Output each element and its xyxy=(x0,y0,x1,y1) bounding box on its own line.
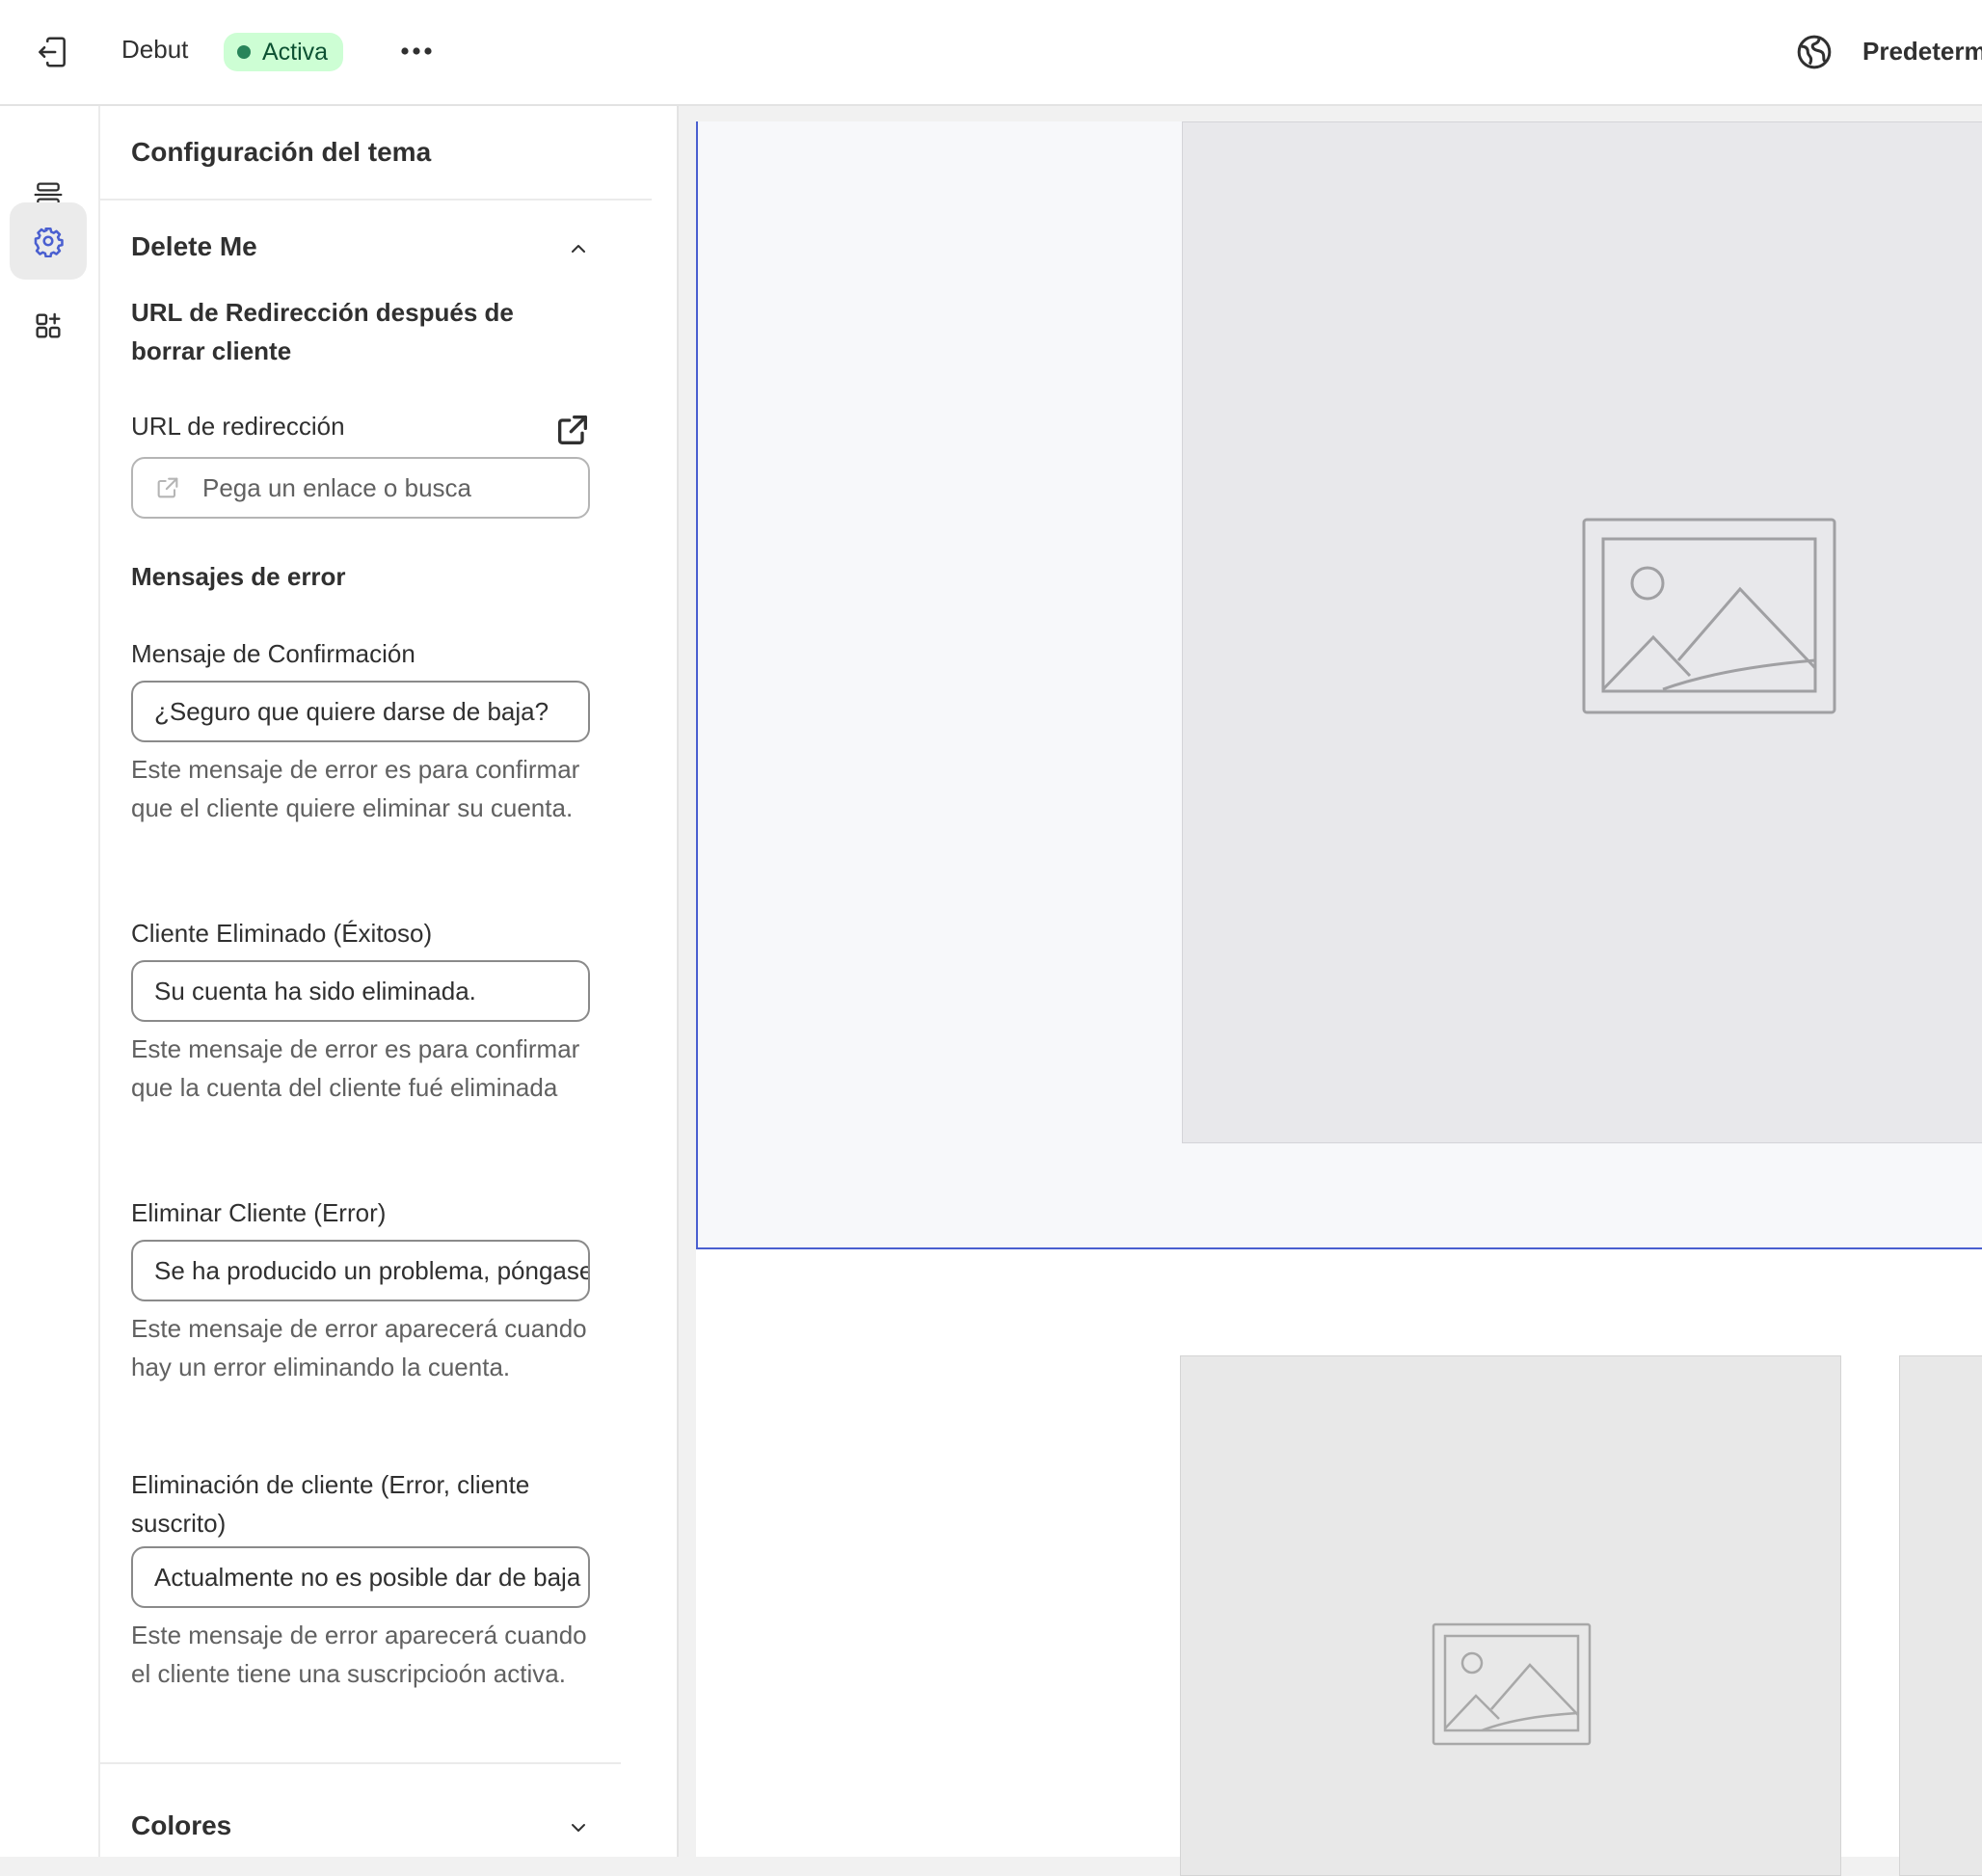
theme-name: Debut xyxy=(121,35,189,64)
expand-colors-button[interactable] xyxy=(561,1810,596,1845)
theme-preview xyxy=(681,106,1982,1876)
redirect-heading: URL de Redirección después de borrar cli… xyxy=(131,298,514,365)
theme-settings-panel: Configuración del tema Delete Me URL de … xyxy=(100,106,679,1857)
delete-error-label: Eliminar Cliente (Error) xyxy=(131,1198,387,1227)
selected-hero-section[interactable] xyxy=(696,121,1982,1249)
chevron-up-icon xyxy=(572,245,585,253)
globe-icon[interactable] xyxy=(1795,33,1834,71)
status-badge-label: Activa xyxy=(262,38,329,66)
image-placeholder-icon xyxy=(1582,518,1836,714)
chevron-down-icon xyxy=(572,1824,585,1832)
image-placeholder-icon xyxy=(1432,1622,1592,1746)
preview-canvas xyxy=(696,121,1982,1876)
more-horizontal-icon xyxy=(401,47,432,55)
section-divider xyxy=(100,1762,621,1764)
delete-error-input[interactable]: Se ha producido un problema, póngase en … xyxy=(131,1240,590,1301)
language-selector[interactable]: Predeterminado xyxy=(1862,37,1982,67)
rail-settings-button[interactable] xyxy=(10,202,87,280)
delete-error-help: Este mensaje de error aparecerá cuando h… xyxy=(131,1314,587,1381)
hero-image-placeholder xyxy=(1182,121,1982,1143)
product-card-image-placeholder[interactable] xyxy=(1180,1355,1841,1876)
panel-header: Configuración del tema xyxy=(100,106,652,201)
editor-rail xyxy=(0,106,100,1857)
section-title-delete-me[interactable]: Delete Me xyxy=(131,231,257,262)
deleted-success-label: Cliente Eliminado (Éxitoso) xyxy=(131,919,433,948)
gear-icon xyxy=(34,227,64,257)
apps-add-icon xyxy=(36,312,61,338)
top-bar: Debut Activa Predeterminado xyxy=(0,0,1982,106)
product-card-image-placeholder-2[interactable] xyxy=(1899,1355,1982,1876)
rail-apps-button[interactable] xyxy=(10,287,87,364)
deleted-success-input[interactable]: Su cuenta ha sido eliminada. xyxy=(131,960,590,1022)
subscribed-error-input[interactable]: Actualmente no es posible dar de baja xyxy=(131,1546,590,1608)
redirect-url-label: URL de redirección xyxy=(131,412,345,441)
confirmation-message-input[interactable]: ¿Seguro que quiere darse de baja? xyxy=(131,681,590,742)
more-actions-button[interactable] xyxy=(395,29,438,73)
status-badge: Activa xyxy=(224,33,344,71)
status-dot xyxy=(237,45,251,59)
errors-heading: Mensajes de error xyxy=(131,562,346,591)
subscribed-error-help: Este mensaje de error aparecerá cuando e… xyxy=(131,1621,587,1688)
exit-icon xyxy=(39,37,66,67)
panel-title: Configuración del tema xyxy=(131,137,432,167)
link-icon xyxy=(157,477,178,498)
section-title-colors[interactable]: Colores xyxy=(131,1810,231,1841)
confirmation-message-label: Mensaje de Confirmación xyxy=(131,639,415,668)
subscribed-error-label: Eliminación de cliente (Error, cliente s… xyxy=(131,1470,530,1538)
exit-button[interactable] xyxy=(29,29,75,75)
external-link-icon[interactable] xyxy=(553,411,592,449)
deleted-success-help: Este mensaje de error es para confirmar … xyxy=(131,1034,580,1102)
confirmation-message-help: Este mensaje de error es para confirmar … xyxy=(131,755,580,822)
redirect-url-input[interactable]: Pega un enlace o busca xyxy=(131,457,590,519)
collapse-section-button[interactable] xyxy=(561,231,596,266)
redirect-url-placeholder: Pega un enlace o busca xyxy=(202,472,471,502)
